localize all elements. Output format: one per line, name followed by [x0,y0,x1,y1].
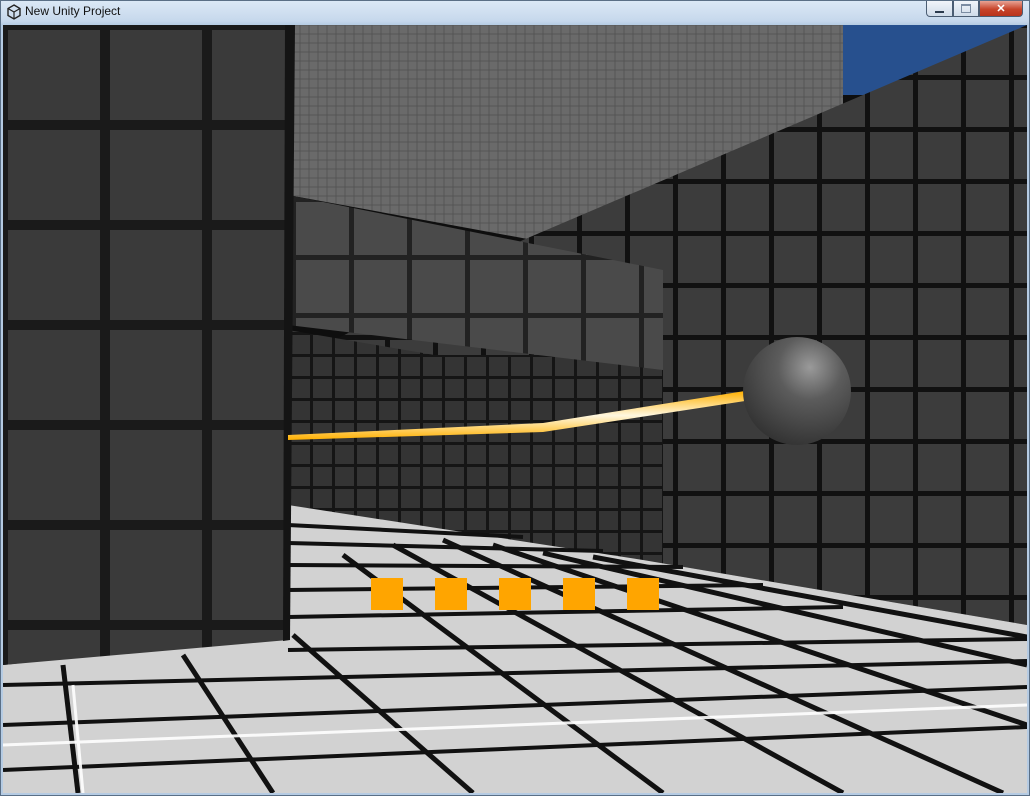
minimize-icon [935,10,944,13]
window-title: New Unity Project [25,4,121,18]
hud-indicator-square [499,578,531,610]
hud-indicator-square [435,578,467,610]
minimize-button[interactable] [926,1,953,17]
unity-app-icon [7,4,21,20]
hud-indicator-square [563,578,595,610]
sphere [743,337,851,445]
maximize-button[interactable] [953,1,979,17]
left-wall [3,25,293,665]
title-bar[interactable]: New Unity Project ✕ [1,1,1029,23]
scene-render [3,25,1027,793]
hud-indicator-square [371,578,403,610]
close-button[interactable]: ✕ [979,1,1023,17]
close-icon: ✕ [996,2,1006,15]
game-viewport[interactable] [3,25,1027,793]
maximize-icon [961,4,971,13]
app-window: New Unity Project ✕ [0,0,1030,796]
hud-indicator-square [627,578,659,610]
